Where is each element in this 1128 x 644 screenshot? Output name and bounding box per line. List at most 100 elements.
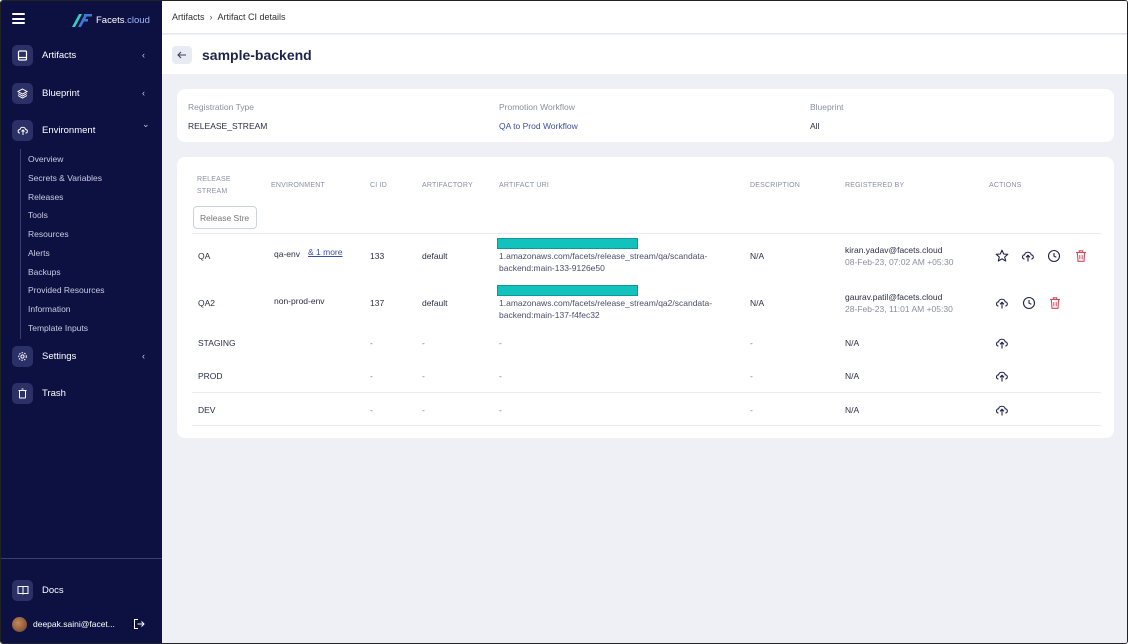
user-profile[interactable]: deepak.saini@facet... (12, 616, 115, 632)
cell-description: N/A (750, 251, 765, 261)
header-release-stream[interactable]: RELEASE STREAM (197, 174, 231, 198)
artifact-icon (12, 44, 33, 66)
cell-registered-by: gaurav.patil@facets.cloud (845, 292, 943, 302)
sidebar-item-label: Docs (42, 584, 64, 596)
upload-icon[interactable] (995, 403, 1009, 417)
header-artifact-uri[interactable]: ARTIFACT URI (499, 180, 549, 192)
cell-artifactory: - (422, 371, 425, 381)
uri-line: backend:main-133-9126e50 (499, 263, 605, 273)
upload-icon[interactable] (995, 369, 1009, 383)
sidebar-item-label: Environment (42, 124, 96, 136)
release-stream-filter-input[interactable] (193, 206, 257, 229)
chevron-left-icon: ‹ (142, 351, 145, 361)
chevron-left-icon: ‹ (142, 50, 145, 60)
cell-artifactory: default (422, 251, 448, 261)
sidebar-subitem-releases[interactable]: Releases (28, 192, 63, 202)
sidebar-item-blueprint[interactable]: Blueprint ‹ (1, 79, 162, 107)
cell-description: - (750, 338, 753, 348)
header-artifactory[interactable]: ARTIFACTORY (422, 180, 473, 192)
cell-ci-id: 137 (370, 298, 385, 308)
cell-stream: STAGING (198, 338, 236, 348)
sidebar-subitem-resources[interactable]: Resources (28, 229, 69, 239)
redacted-uri-prefix (497, 238, 638, 249)
row-divider (192, 425, 1101, 426)
breadcrumb-artifacts[interactable]: Artifacts (172, 12, 205, 22)
cell-environment: non-prod-env (274, 296, 325, 306)
cell-artifactory: - (422, 338, 425, 348)
upload-icon[interactable] (995, 296, 1009, 310)
sidebar-subitem-tools[interactable]: Tools (28, 210, 48, 220)
cell-description: - (750, 371, 753, 381)
cell-artifact-uri: - (499, 338, 502, 348)
cell-registered-by: N/A (845, 371, 860, 381)
header-label: RELEASE (197, 176, 231, 183)
uri-line: 1.amazonaws.com/facets/release_stream/qa… (499, 298, 713, 308)
trash-icon (12, 382, 33, 404)
registration-type: Registration Type RELEASE_STREAM (188, 102, 267, 131)
top-bar: Artifacts › Artifact CI details (162, 1, 1127, 34)
sidebar-item-environment[interactable]: Environment ⌄ (1, 116, 162, 144)
cell-artifactory: default (422, 298, 448, 308)
logout-icon[interactable] (133, 617, 145, 635)
registration-type-label: Registration Type (188, 102, 254, 112)
menu-icon[interactable] (12, 13, 25, 24)
sidebar-subitem-provided-resources[interactable]: Provided Resources (28, 285, 105, 295)
header-description[interactable]: DESCRIPTION (750, 180, 800, 192)
history-icon[interactable] (1022, 296, 1036, 310)
redacted-uri-prefix (497, 285, 638, 296)
row-divider (192, 233, 1101, 234)
history-icon[interactable] (1047, 249, 1061, 263)
header-environment[interactable]: ENVIRONMENT (271, 180, 325, 192)
cell-stream: DEV (198, 405, 216, 415)
upload-icon[interactable] (1021, 249, 1035, 263)
sidebar-item-trash[interactable]: Trash (1, 379, 162, 407)
header-registered-by[interactable]: REGISTERED BY (845, 180, 904, 192)
layers-icon (12, 82, 33, 104)
cell-stream: QA (198, 251, 211, 261)
page-title: sample-backend (202, 47, 312, 63)
sidebar-divider (1, 558, 162, 559)
upload-icon[interactable] (995, 336, 1009, 350)
main-content: Artifacts › Artifact CI details sample-b… (162, 1, 1127, 643)
sidebar-item-label: Trash (42, 387, 66, 399)
release-stream-table: RELEASE STREAM ENVIRONMENT CI ID ARTIFAC… (177, 157, 1114, 438)
cell-registered-by: N/A (845, 338, 860, 348)
cell-artifact-uri: - (499, 405, 502, 415)
facets-logo-mark (72, 13, 92, 27)
sidebar-header: Facets.cloud (1, 1, 162, 37)
facets-logo[interactable]: Facets.cloud (72, 13, 150, 27)
sidebar-subitem-overview[interactable]: Overview (28, 154, 63, 164)
delete-icon[interactable] (1048, 296, 1062, 310)
user-name: deepak.saini@facet... (33, 619, 115, 629)
sidebar-item-artifacts[interactable]: Artifacts ‹ (1, 41, 162, 69)
header-ci-id[interactable]: CI ID (370, 180, 387, 192)
promotion-workflow-link[interactable]: QA to Prod Workflow (499, 121, 578, 131)
app-window: Facets.cloud Artifacts ‹ Blueprint ‹ Env… (0, 0, 1128, 644)
back-button[interactable] (172, 46, 192, 64)
logo-text: Facets.cloud (96, 14, 150, 26)
blueprint: Blueprint All (810, 102, 844, 131)
uri-line: 1.amazonaws.com/facets/release_stream/qa… (499, 251, 708, 261)
cloud-upload-icon (12, 119, 33, 141)
blueprint-label: Blueprint (810, 102, 844, 112)
cell-registered-by: N/A (845, 405, 860, 415)
artifact-info-card: Registration Type RELEASE_STREAM Promoti… (177, 89, 1114, 142)
cell-stream: PROD (198, 371, 223, 381)
sidebar-subitem-backups[interactable]: Backups (28, 267, 61, 277)
breadcrumb: Artifacts › Artifact CI details (172, 12, 286, 22)
sidebar-item-docs[interactable]: Docs (1, 576, 162, 604)
more-environments-link[interactable]: & 1 more (308, 247, 343, 257)
sidebar-subitem-template-inputs[interactable]: Template Inputs (28, 323, 88, 333)
promotion-workflow: Promotion Workflow QA to Prod Workflow (499, 102, 578, 131)
sidebar-subitem-information[interactable]: Information (28, 304, 71, 314)
cell-artifact-uri: 1.amazonaws.com/facets/release_stream/qa… (499, 250, 707, 274)
cell-artifactory: - (422, 405, 425, 415)
star-icon[interactable] (995, 249, 1009, 263)
sidebar-subitem-secrets[interactable]: Secrets & Variables (28, 173, 102, 183)
sidebar-subitem-alerts[interactable]: Alerts (28, 248, 50, 258)
cell-registered-by: kiran.yadav@facets.cloud (845, 245, 943, 255)
sidebar-item-settings[interactable]: Settings ‹ (1, 342, 162, 370)
delete-icon[interactable] (1074, 249, 1088, 263)
chevron-right-icon: › (209, 12, 213, 22)
cell-ci-id: - (370, 405, 373, 415)
